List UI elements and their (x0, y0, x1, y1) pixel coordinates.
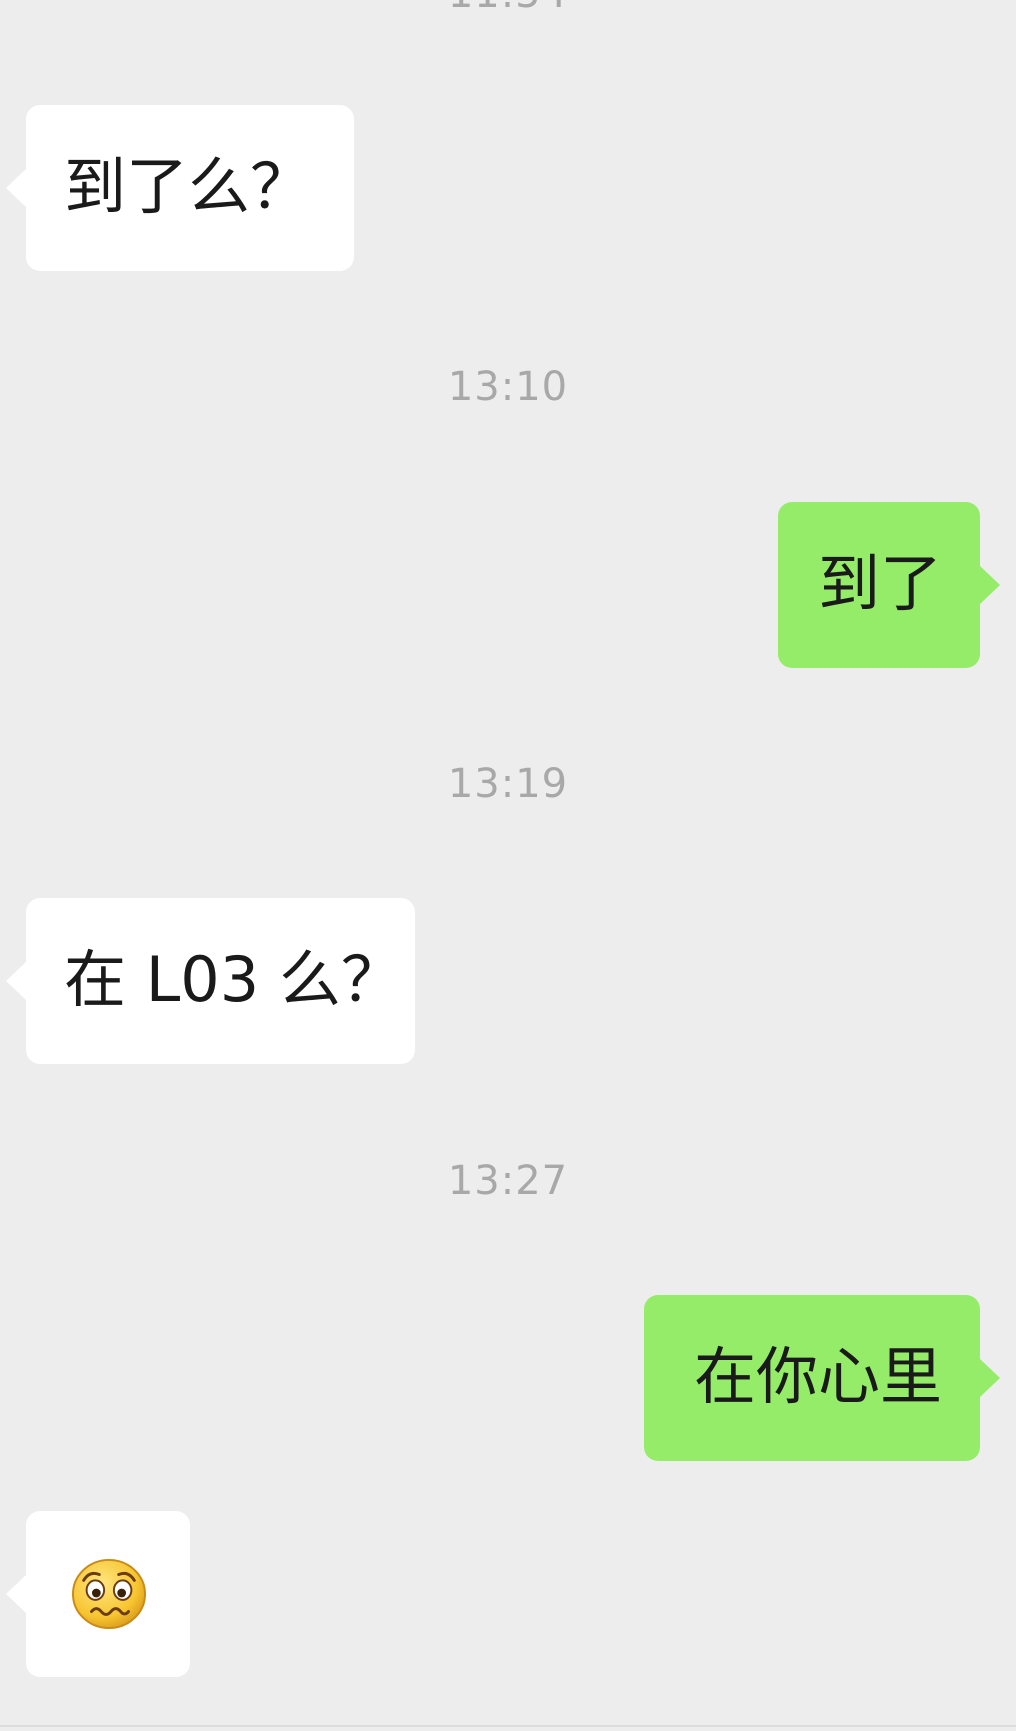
timestamp: 13:19 (447, 761, 569, 807)
outgoing-message-bubble[interactable]: 在你心里 (644, 1295, 1000, 1461)
timestamp: 13:10 (447, 364, 569, 410)
outgoing-message-bubble[interactable]: 到了 (778, 502, 1000, 668)
timestamp: 11:54 (0, 0, 1016, 18)
incoming-message-bubble[interactable]: 到了么？ (6, 105, 354, 271)
message-text: 在你心里 (693, 1340, 942, 1413)
timestamp: 13:27 (447, 1158, 569, 1204)
message-text: 到了 (817, 547, 942, 620)
divider (0, 1725, 1016, 1727)
chat-thread[interactable]: 11:54 到了么？ 13:10 到了 13:19 在 L03 么？ 13:27… (0, 0, 1016, 1731)
worried-face-emoji (72, 1558, 146, 1630)
message-text: 在 L03 么？ (64, 943, 403, 1016)
incoming-emoji-bubble[interactable] (6, 1511, 190, 1677)
message-text: 到了么？ (64, 150, 313, 223)
incoming-message-bubble[interactable]: 在 L03 么？ (6, 898, 415, 1064)
